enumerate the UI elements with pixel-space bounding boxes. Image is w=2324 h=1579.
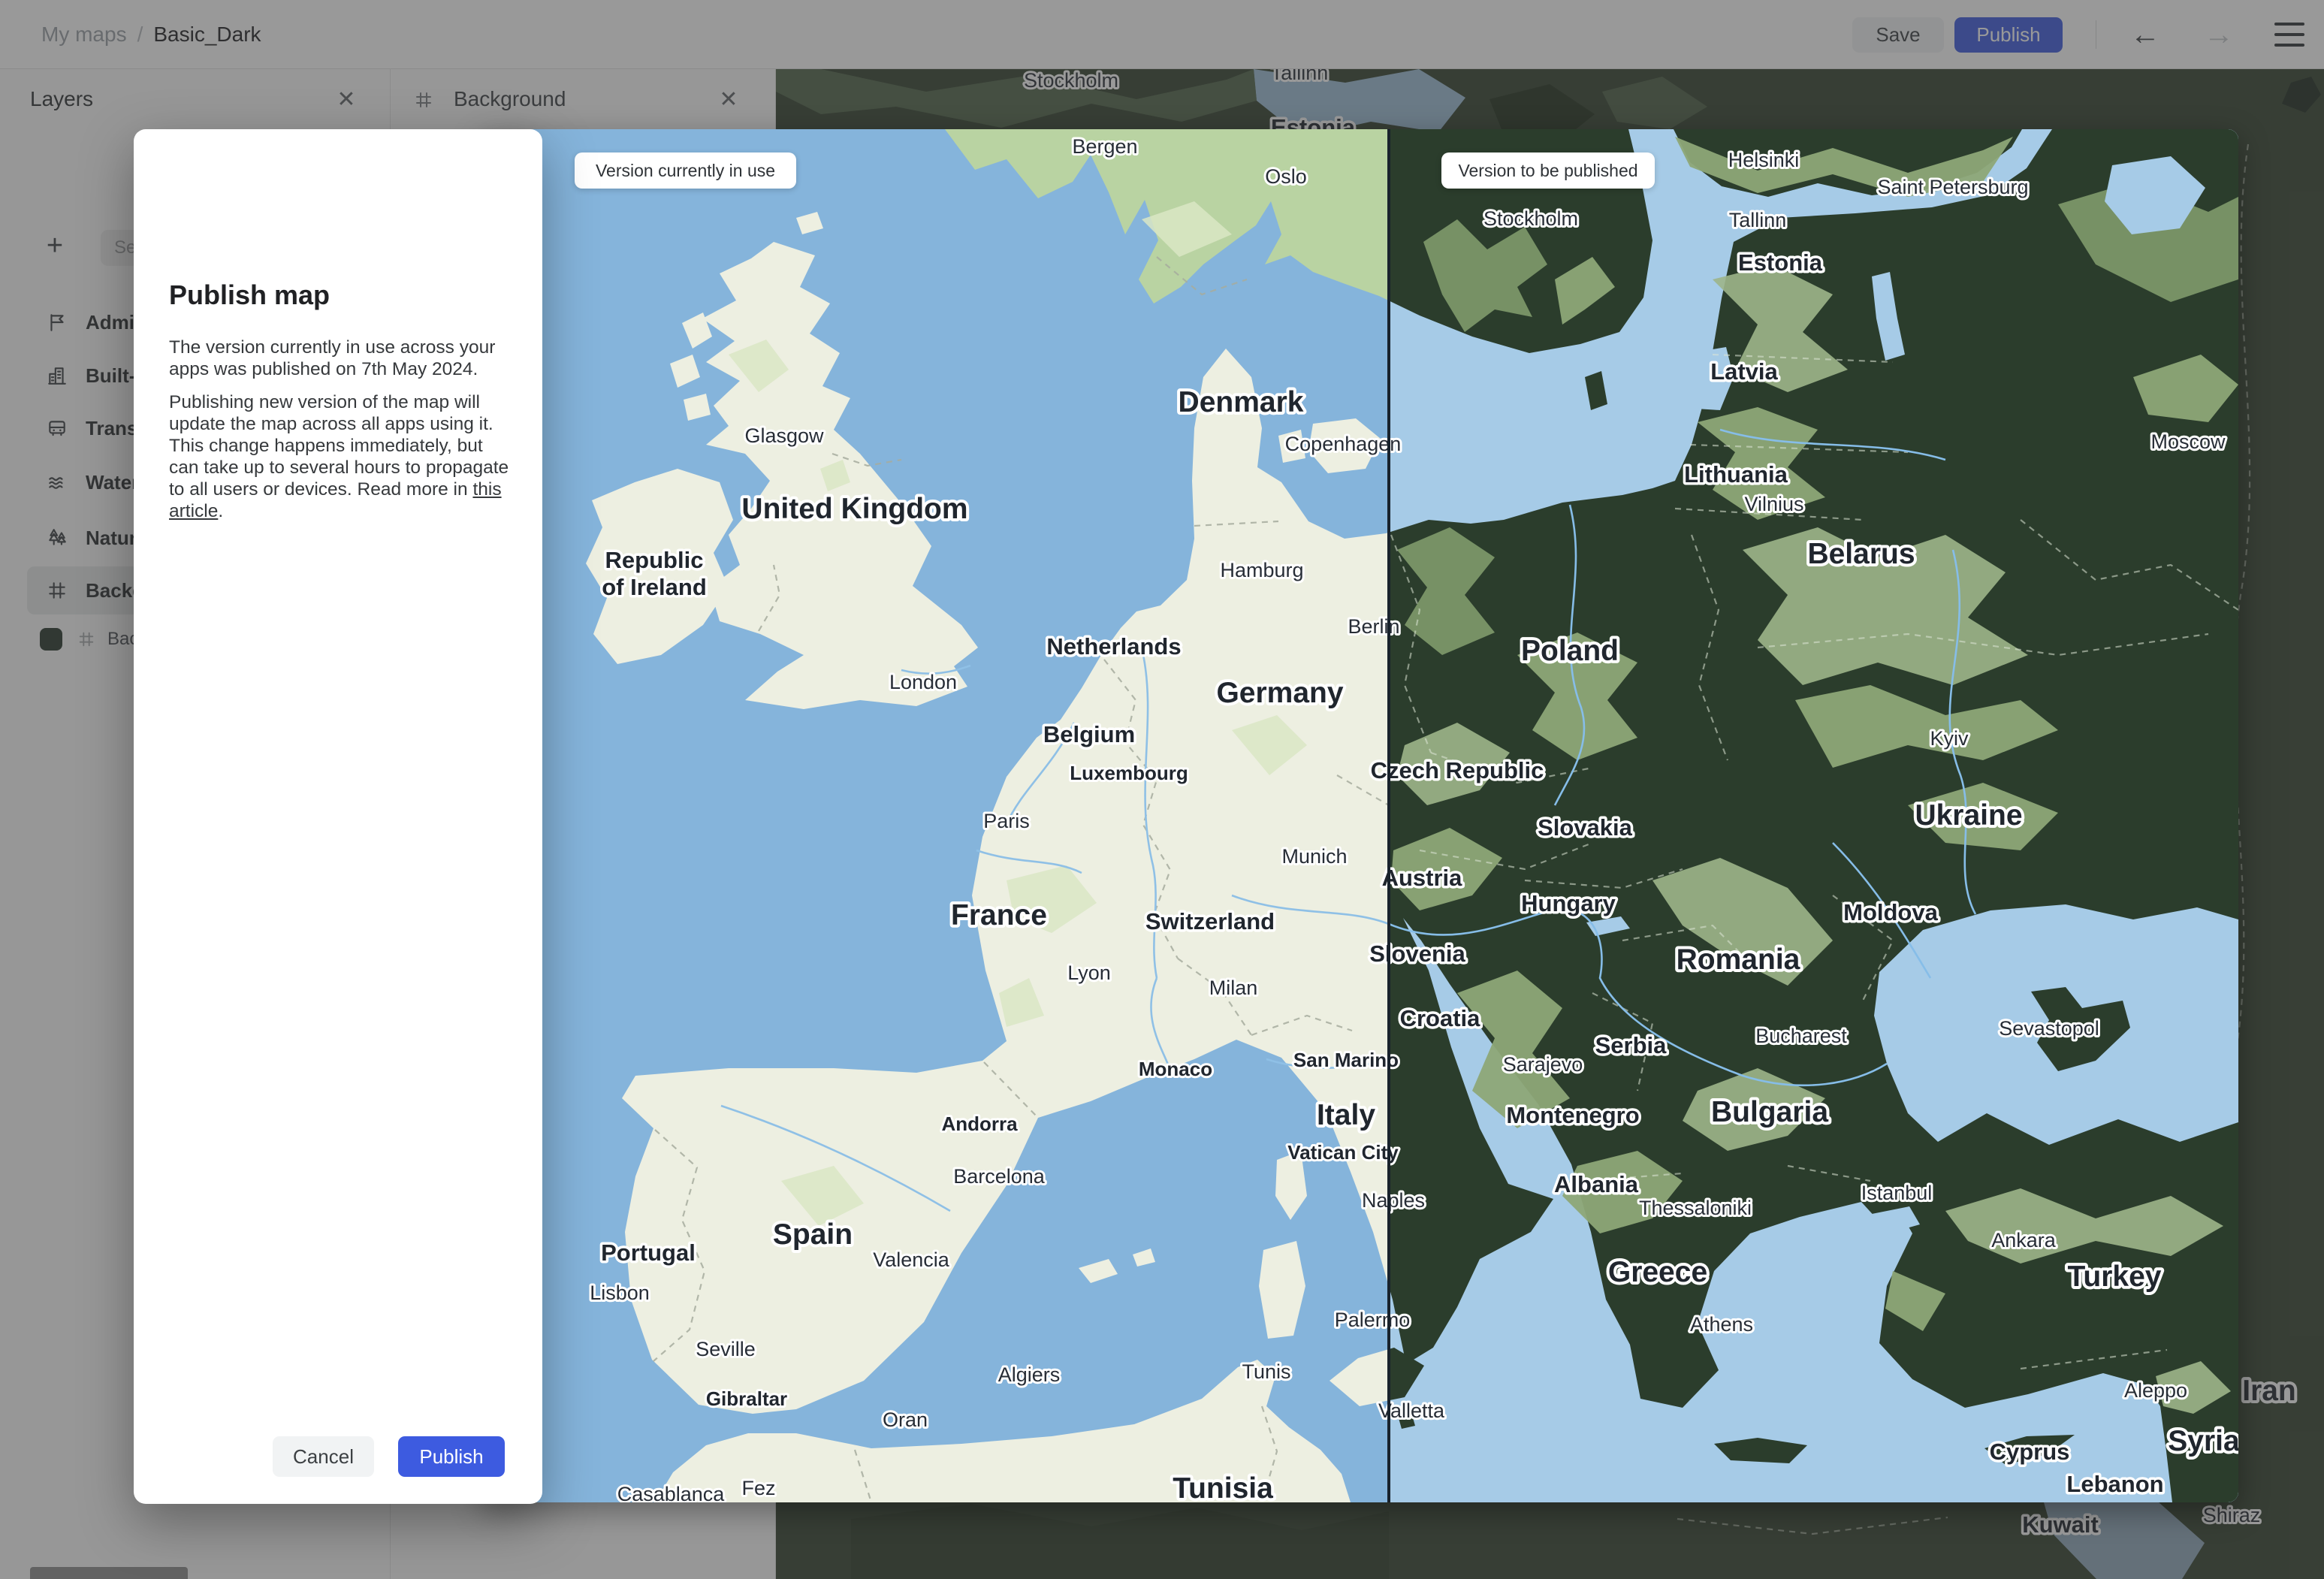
map-label: France <box>951 899 1047 931</box>
map-label: Vatican City <box>1287 1141 1399 1164</box>
map-label: Turkey <box>2068 1260 2162 1293</box>
map-label: Saint Petersburg <box>1877 176 2028 198</box>
map-label: Vilnius <box>1744 493 1803 515</box>
map-label: Naples <box>1362 1189 1425 1212</box>
map-label: Moldova <box>1843 899 1938 925</box>
cancel-button[interactable]: Cancel <box>273 1436 374 1477</box>
map-label: Helsinki <box>1728 149 1800 171</box>
map-label: Thessaloniki <box>1639 1197 1752 1219</box>
map-label: Italy <box>1317 1099 1375 1131</box>
map-label: Glasgow <box>744 424 824 447</box>
map-label: Aleppo <box>2124 1379 2187 1402</box>
dialog-paragraph-1: The version currently in use across your… <box>169 337 496 379</box>
map-label: Latvia <box>1710 358 1778 385</box>
compare-map-svg: Bergen Oslo Glasgow United Kingdom Republico… <box>481 129 2238 1502</box>
map-label: Netherlands <box>1046 633 1181 660</box>
map-label: Stockholm <box>1483 207 1578 230</box>
map-label: of Ireland <box>602 574 707 600</box>
map-label: Hamburg <box>1220 559 1303 581</box>
map-label: Gibraltar <box>706 1387 787 1410</box>
map-label: Sevastopol <box>1999 1017 2099 1040</box>
map-label: Austria <box>1382 865 1463 891</box>
publish-map-dialog: Publish map The version currently in use… <box>134 129 542 1504</box>
map-label: Denmark <box>1179 386 1304 418</box>
map-label: Croatia <box>1400 1005 1481 1031</box>
map-label: Slovenia <box>1369 940 1465 967</box>
map-label: Oran <box>883 1408 928 1431</box>
map-label: Valencia <box>873 1248 950 1271</box>
map-label: Tunisia <box>1173 1472 1273 1502</box>
map-label: Moscow <box>2150 430 2226 453</box>
map-label: Cyprus <box>1990 1439 2070 1465</box>
dialog-body: The version currently in use across your… <box>169 337 512 522</box>
map-label: Ukraine <box>1915 799 2022 832</box>
map-label: Luxembourg <box>1070 762 1188 784</box>
map-label: Berlin <box>1348 615 1399 638</box>
map-label: Palermo <box>1335 1309 1411 1331</box>
map-label: Serbia <box>1595 1032 1668 1058</box>
map-label: Sarajevo <box>1503 1053 1583 1076</box>
map-label: Tallinn <box>1729 209 1787 231</box>
version-compare-panel[interactable]: Bergen Oslo Glasgow United Kingdom Republic o… <box>481 129 2238 1502</box>
map-label: Estonia <box>1738 249 1823 276</box>
map-label: Slovakia <box>1538 814 1633 841</box>
map-label: Fez <box>741 1477 775 1499</box>
map-label: Switzerland <box>1145 908 1275 934</box>
map-label: Montenegro <box>1506 1102 1639 1128</box>
version-new-badge: Version to be published <box>1441 152 1655 189</box>
map-label: Spain <box>773 1218 853 1251</box>
map-label: London <box>889 671 957 693</box>
map-label: Barcelona <box>953 1165 1046 1188</box>
map-label: Belarus <box>1807 538 1915 570</box>
map-label: Andorra <box>941 1113 1018 1135</box>
map-label: Syria <box>2168 1425 2238 1457</box>
map-label: Bergen <box>1072 135 1137 158</box>
map-label: Milan <box>1209 977 1258 999</box>
map-label: Algiers <box>998 1363 1061 1386</box>
map-label: Paris <box>983 810 1030 832</box>
map-label: Seville <box>696 1338 756 1360</box>
map-label: Lyon <box>1067 962 1111 984</box>
map-label: Lithuania <box>1684 461 1788 488</box>
map-label: United Kingdom <box>741 493 967 525</box>
compare-split-divider[interactable] <box>1387 129 1390 1502</box>
map-label: Poland <box>1521 635 1619 667</box>
map-label: Istanbul <box>1861 1182 1933 1204</box>
map-label: Republic <box>605 547 704 573</box>
map-label: Monaco <box>1139 1058 1212 1080</box>
map-label: San Marino <box>1293 1049 1399 1071</box>
map-label: Lebanon <box>2066 1471 2163 1497</box>
map-label: Albania <box>1554 1171 1639 1197</box>
map-label: Lisbon <box>590 1282 650 1304</box>
map-label: Czech Republic <box>1371 757 1544 783</box>
map-label: Tunis <box>1242 1360 1290 1383</box>
map-label: Germany <box>1216 677 1343 709</box>
map-label: Casablanca <box>617 1483 726 1502</box>
publish-button-dialog[interactable]: Publish <box>398 1436 505 1477</box>
dialog-title: Publish map <box>169 279 330 310</box>
dialog-actions: Cancel Publish <box>273 1436 505 1477</box>
app-screen: StockholmTallinnEstoniaIranShirazKuwait … <box>0 0 2324 1579</box>
dialog-paragraph-2: Publishing new version of the map will u… <box>169 391 512 522</box>
map-label: Portugal <box>601 1239 696 1266</box>
map-label: Bulgaria <box>1711 1096 1828 1128</box>
dialog-paragraph-2-period: . <box>218 501 224 521</box>
map-label: Hungary <box>1521 890 1616 916</box>
map-label: Athens <box>1690 1313 1753 1336</box>
map-label: Bucharest <box>1755 1025 1847 1047</box>
version-current-badge: Version currently in use <box>575 152 796 189</box>
map-label: Romania <box>1677 943 1800 976</box>
map-label: Kyiv <box>1930 727 1969 750</box>
map-label: Oslo <box>1265 165 1307 188</box>
dialog-paragraph-2-text: Publishing new version of the map will u… <box>169 392 509 500</box>
map-label: Belgium <box>1043 721 1135 747</box>
map-label: Ankara <box>1991 1229 2057 1251</box>
map-label: Copenhagen <box>1285 433 1402 455</box>
map-label: Munich <box>1281 845 1347 868</box>
map-label: Greece <box>1608 1256 1707 1288</box>
